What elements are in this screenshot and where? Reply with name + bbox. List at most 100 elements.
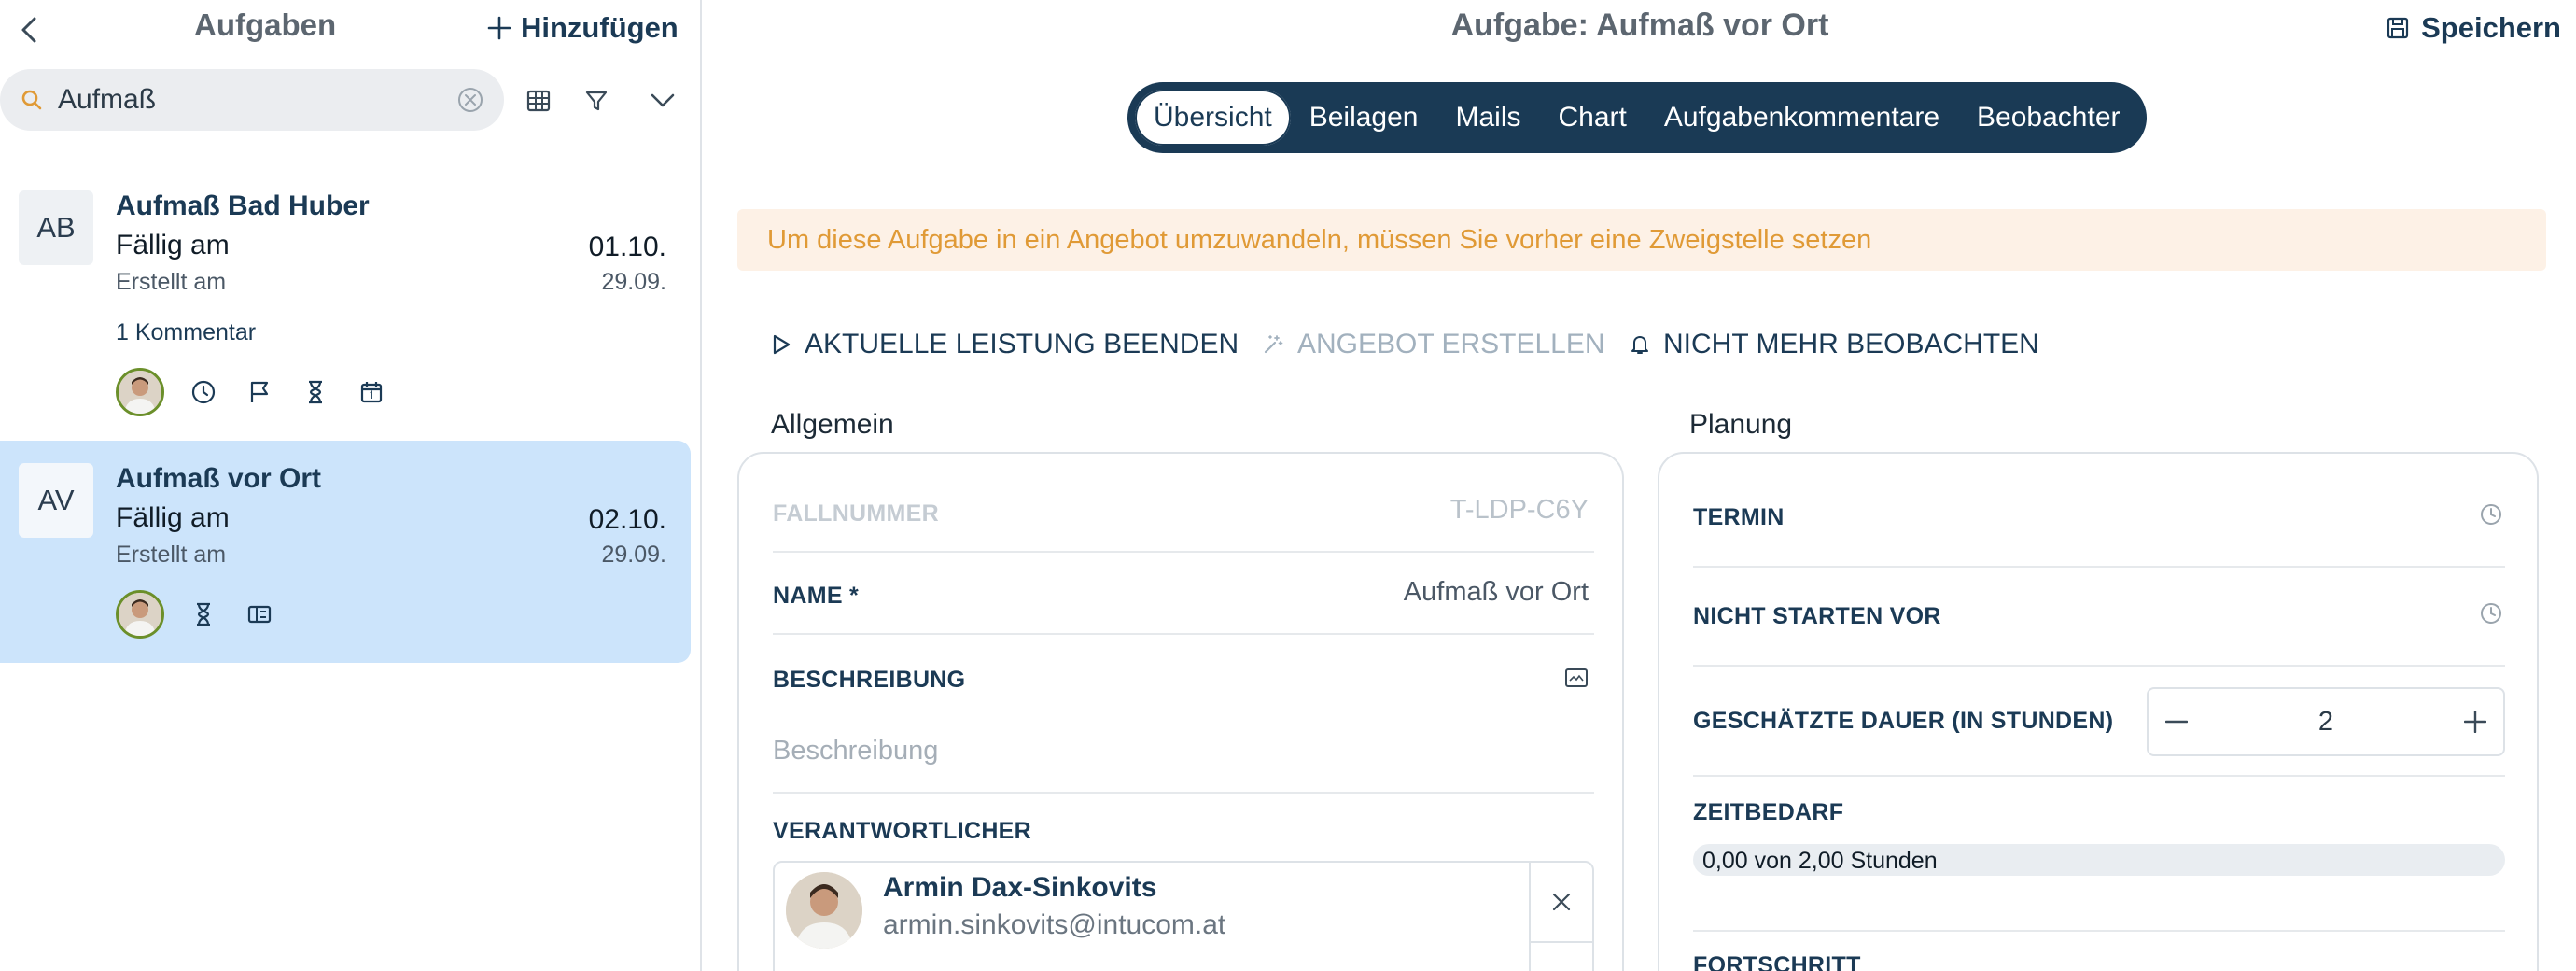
estimated-duration-value[interactable]: 2 <box>2205 689 2447 754</box>
panel-title: Aufgaben <box>194 7 337 42</box>
divider <box>1693 665 2505 667</box>
tab-bar: Übersicht Beilagen Mails Chart Aufgabenk… <box>1127 82 2147 153</box>
hourglass-icon[interactable] <box>299 375 332 409</box>
tab-aufgabenkommentare[interactable]: Aufgabenkommentare <box>1645 90 1958 146</box>
assignee-avatar <box>116 590 164 639</box>
unwatch-label: NICHT MEHR BEOBACHTEN <box>1663 329 2039 359</box>
name-field[interactable]: Aufmaß vor Ort <box>1404 577 1589 608</box>
task-due-label: Fällig am <box>116 230 230 260</box>
task-list-item-selected[interactable]: AV Aufmaß vor Ort Fällig am 02.10. Erste… <box>0 441 691 663</box>
task-initials: AV <box>19 463 93 538</box>
task-list-panel: Aufgaben Hinzufügen AB Aufmaß Bad Huber … <box>0 0 702 971</box>
hourglass-icon[interactable] <box>187 598 220 631</box>
task-name: Aufmaß Bad Huber <box>116 190 370 221</box>
time-needed-label: ZEITBEDARF <box>1693 799 1844 825</box>
divider <box>1693 930 2505 932</box>
plus-icon <box>2464 711 2486 733</box>
task-list-item[interactable]: AB Aufmaß Bad Huber Fällig am 01.10. Ers… <box>0 181 691 435</box>
close-icon <box>1552 893 1571 911</box>
not-before-label: NICHT STARTEN VOR <box>1693 603 1941 629</box>
tab-beobachter[interactable]: Beobachter <box>1958 90 2138 146</box>
task-created-label: Erstellt am <box>116 542 227 568</box>
task-due-date: 01.10. <box>588 232 666 262</box>
description-field[interactable]: Beschreibung <box>773 736 938 767</box>
play-icon <box>773 334 791 355</box>
clock-icon[interactable] <box>2479 601 2503 626</box>
planning-section-title: Planung <box>1689 409 1793 440</box>
grid-icon <box>526 90 551 112</box>
magic-wand-icon <box>1264 335 1283 354</box>
task-created-date: 29.09. <box>601 542 666 568</box>
decrement-button[interactable] <box>2149 689 2205 754</box>
search-box <box>0 69 504 131</box>
increment-button[interactable] <box>2447 689 2503 754</box>
tab-uebersicht[interactable]: Übersicht <box>1135 90 1291 146</box>
case-number-value: T-LDP-C6Y <box>1449 495 1589 525</box>
name-label: NAME * <box>773 583 860 609</box>
create-offer-button[interactable]: ANGEBOT ERSTELLEN <box>1262 329 1605 360</box>
back-button[interactable] <box>13 13 47 47</box>
general-card: FALLNUMMER T-LDP-C6Y NAME * Aufmaß vor O… <box>737 452 1624 971</box>
table-view-button[interactable] <box>522 84 555 118</box>
responsible-avatar <box>786 872 862 949</box>
search-input[interactable] <box>58 84 431 116</box>
unwatch-button[interactable]: NICHT MEHR BEOBACHTEN <box>1630 329 2039 360</box>
responsible-person-chip[interactable]: Armin Dax-Sinkovits armin.sinkovits@intu… <box>773 861 1594 971</box>
add-task-button[interactable]: Hinzufügen <box>487 11 679 45</box>
divider <box>773 792 1594 794</box>
create-offer-label: ANGEBOT ERSTELLEN <box>1297 329 1605 359</box>
task-created-date: 29.09. <box>601 269 666 295</box>
add-task-label: Hinzufügen <box>521 11 679 44</box>
warning-banner: Um diese Aufgabe in ein Angebot umzuwand… <box>737 209 2546 271</box>
clock-icon[interactable] <box>2479 502 2503 527</box>
responsible-label: VERANTWORTLICHER <box>773 818 1032 844</box>
remove-responsible-button[interactable] <box>1529 863 1592 943</box>
estimated-duration-label: GESCHÄTZTE DAUER (IN STUNDEN) <box>1693 708 2114 734</box>
expand-options-button[interactable] <box>646 84 679 118</box>
responsible-email: armin.sinkovits@intucom.at <box>883 909 1226 940</box>
tab-chart[interactable]: Chart <box>1540 90 1645 146</box>
bell-icon <box>1631 336 1648 354</box>
task-initials: AB <box>19 190 93 265</box>
divider <box>1693 566 2505 568</box>
filter-icon <box>585 91 608 111</box>
clock-icon[interactable] <box>187 375 220 409</box>
expand-editor-icon[interactable] <box>1564 667 1589 689</box>
save-button[interactable]: Speichern <box>2386 11 2561 45</box>
plus-icon <box>487 16 511 40</box>
progress-label: FORTSCHRITT <box>1693 952 1861 971</box>
time-needed-progress: 0,00 von 2,00 Stunden <box>1693 844 2505 876</box>
filter-button[interactable] <box>580 84 613 118</box>
tab-beilagen[interactable]: Beilagen <box>1291 90 1437 146</box>
divider <box>773 633 1594 635</box>
tab-mails[interactable]: Mails <box>1436 90 1539 146</box>
finish-service-label: AKTUELLE LEISTUNG BEENDEN <box>805 329 1239 359</box>
calendar-icon[interactable] <box>355 375 388 409</box>
divider <box>1693 775 2505 777</box>
clear-search-icon[interactable] <box>457 87 483 113</box>
general-section-title: Allgemein <box>771 409 894 440</box>
task-icon-row <box>116 368 388 416</box>
chevron-left-icon <box>21 17 36 43</box>
save-icon <box>2387 17 2409 39</box>
appointment-label: TERMIN <box>1693 504 1785 530</box>
page-title: Aufgabe: Aufmaß vor Ort <box>1450 7 1829 43</box>
planning-card: TERMIN NICHT STARTEN VOR GESCHÄTZTE DAUE… <box>1658 452 2539 971</box>
case-number-label: FALLNUMMER <box>773 500 939 527</box>
search-icon <box>21 90 42 110</box>
task-icon-row <box>116 590 276 639</box>
time-needed-text: 0,00 von 2,00 Stunden <box>1702 848 1938 874</box>
assignee-avatar <box>116 368 164 416</box>
minus-icon <box>2165 720 2188 724</box>
estimated-duration-stepper: 2 <box>2147 687 2505 756</box>
save-label: Speichern <box>2421 11 2561 44</box>
responsible-dropdown-button[interactable] <box>1529 943 1592 971</box>
flag-icon[interactable] <box>243 375 276 409</box>
task-due-date: 02.10. <box>588 504 666 535</box>
task-comment-count[interactable]: 1 Kommentar <box>116 319 256 346</box>
finish-service-button[interactable]: AKTUELLE LEISTUNG BEENDEN <box>771 329 1239 360</box>
app-root: Aufgaben Hinzufügen AB Aufmaß Bad Huber … <box>0 0 2576 971</box>
chevron-down-icon <box>651 93 675 107</box>
checklist-icon[interactable] <box>243 598 276 631</box>
responsible-name: Armin Dax-Sinkovits <box>883 872 1157 903</box>
